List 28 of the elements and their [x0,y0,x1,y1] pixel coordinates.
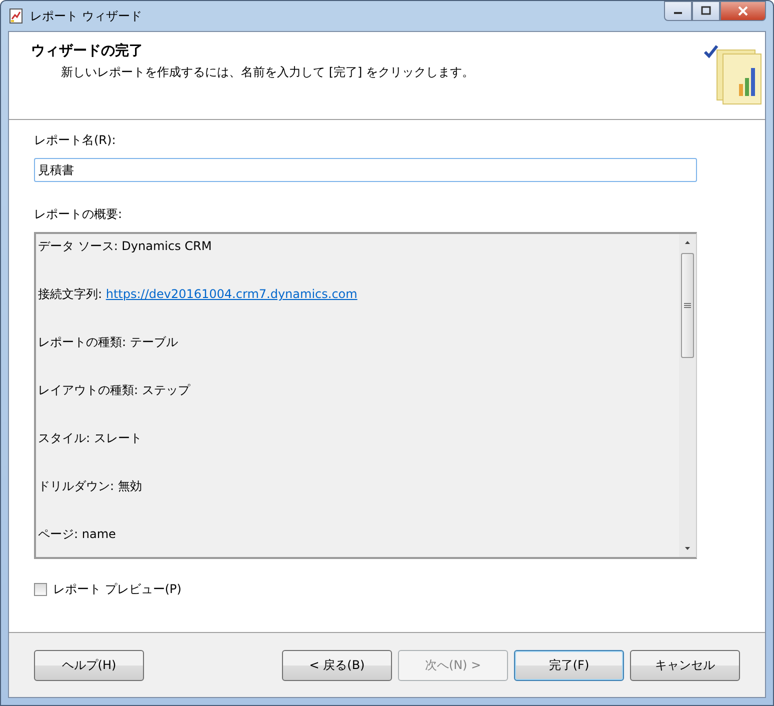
wizard-button[interactable]: ヘルプ(H) [34,650,144,680]
report-icon [8,8,24,24]
summary-line: ページ: name [38,526,117,543]
preview-checkbox[interactable] [34,583,47,596]
wizard-button[interactable]: 完了(F) [514,650,624,680]
wizard-title: ウィザードの完了 [31,42,144,60]
scrollbar[interactable] [679,234,696,557]
report-name-field[interactable]: 見積書 [34,158,697,182]
summary-label: レポートの概要: [34,206,124,223]
scroll-thumb[interactable] [681,253,694,358]
maximize-icon [701,6,711,16]
close-icon [738,6,748,16]
wizard-button[interactable]: < 戻る(B) [282,650,392,680]
wizard-button[interactable]: キャンセル [630,650,740,680]
preview-label: レポート プレビュー(P) [53,581,182,598]
wizard-subtitle: 新しいレポートを作成するには、名前を入力して [完了] をクリックします。 [60,64,474,81]
summary-line: ドリルダウン: 無効 [38,478,143,495]
summary-line: スタイル: スレート [38,430,143,447]
maximize-button[interactable] [692,1,720,21]
window-title: レポート ウィザード [30,8,143,24]
summary-line: レポートの種類: テーブル [38,334,179,351]
close-button[interactable] [720,1,766,21]
summary-line: レイアウトの種類: ステップ [38,382,192,399]
report-name-label: レポート名(R): [34,132,117,149]
summary-line: データ ソース: Dynamics CRM [38,238,213,255]
minimize-button[interactable] [664,1,692,21]
connection-link[interactable]: https://dev20161004.crm7.dynamics.com [106,287,358,301]
summary-line: 接続文字列: https://dev20161004.crm7.dynamics.com [38,286,358,303]
